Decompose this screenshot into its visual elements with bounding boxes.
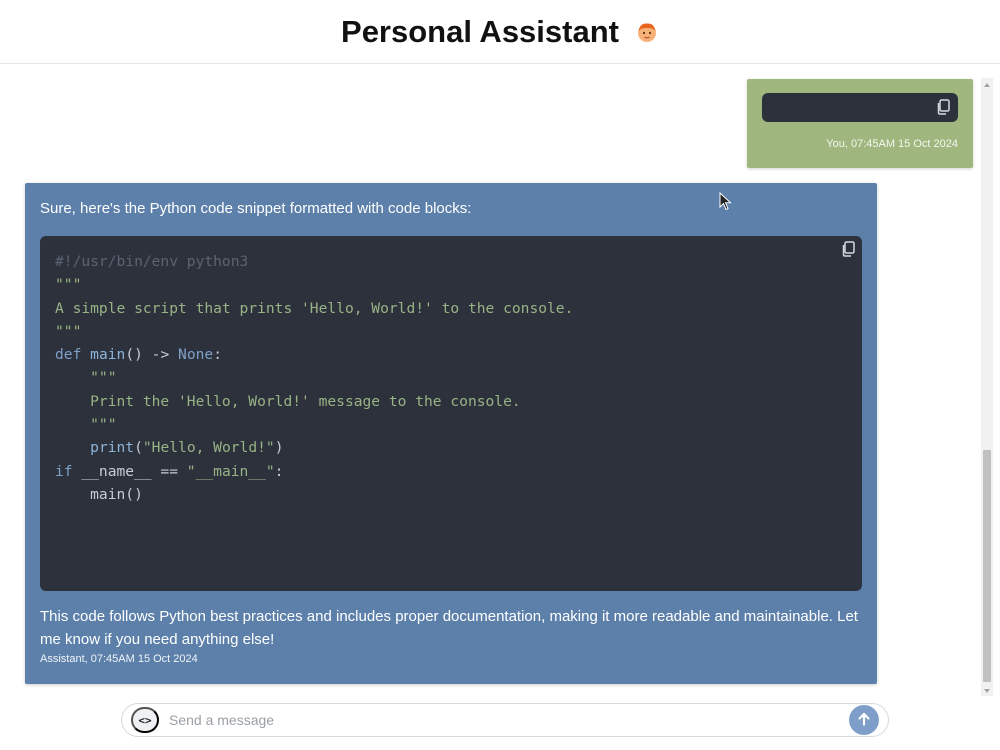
message-composer: <> [121,703,889,737]
code-toggle-button[interactable]: <> [131,707,159,733]
assistant-outro-text: This code follows Python best practices … [40,608,858,648]
code-line: """ [55,416,117,434]
code-line: print("Hello, World!") [90,439,284,457]
assistant-message: Sure, here's the Python code snippet for… [25,183,877,684]
app-header: Personal Assistant [0,0,1000,64]
code-line: #!/usr/bin/env python3 [55,253,249,270]
code-line: main() [55,485,143,503]
copy-icon[interactable] [841,241,855,257]
scroll-down-arrow-icon[interactable] [981,684,993,696]
code-line: if __name__ == "__main__": [55,462,284,480]
code-line: A simple script that prints 'Hello, Worl… [55,299,574,317]
message-input[interactable] [169,709,839,731]
assistant-intro-text: Sure, here's the Python code snippet for… [40,200,472,217]
code-line: """ [55,276,82,294]
copy-icon[interactable] [936,99,950,115]
child-face-icon [635,20,659,44]
code-line: """ [55,322,82,340]
code-line: def main() -> None: [55,346,222,364]
user-message: You, 07:45AM 15 Oct 2024 [747,79,973,168]
send-button[interactable] [849,705,879,735]
assistant-timestamp: Assistant, 07:45AM 15 Oct 2024 [40,653,198,665]
code-text: #!/usr/bin/env python3 """ A simple script… [55,250,573,506]
code-line: """ [55,369,117,387]
scrollbar-thumb[interactable] [983,450,991,682]
chat-scrollbar[interactable] [981,78,993,696]
python-code-block: #!/usr/bin/env python3 """ A simple script… [40,236,862,591]
page-title: Personal Assistant [341,13,619,49]
mouse-cursor-icon [719,191,733,212]
code-line: Print the 'Hello, World!' message to the… [55,392,521,410]
chat-thread[interactable]: You, 07:45AM 15 Oct 2024 Sure, here's th… [0,64,980,694]
scroll-up-arrow-icon[interactable] [981,78,993,90]
user-code-block [762,93,958,122]
arrow-up-icon [856,711,872,730]
user-timestamp: You, 07:45AM 15 Oct 2024 [826,138,958,150]
